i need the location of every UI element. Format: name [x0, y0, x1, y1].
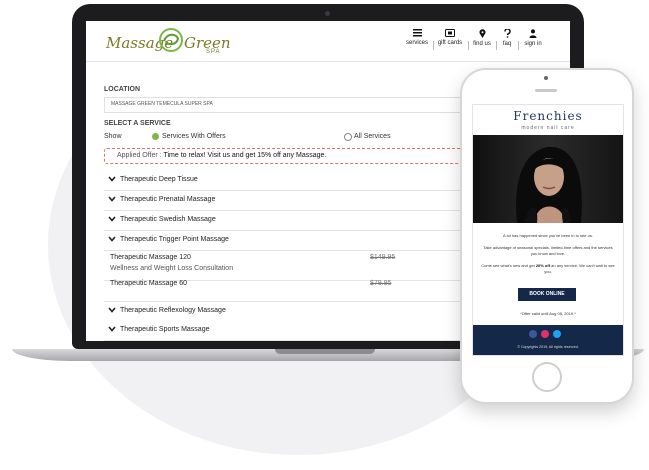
email-copy-1: A lot has happened since you've been in …: [503, 233, 593, 238]
copy3-post: an any service. We can't wait to see you…: [544, 263, 615, 274]
accordion-label: Therapeutic Prenatal Massage: [120, 196, 216, 203]
laptop-camera: [325, 11, 330, 16]
nav-find-us[interactable]: find us: [471, 29, 493, 47]
service-price: $79.95: [370, 280, 392, 287]
accordion-label: Therapeutic Swedish Massage: [120, 216, 216, 223]
location-value: MASSAGE GREEN TEMECULA SUPER SPA: [111, 101, 213, 107]
logo-swirl-icon: [159, 28, 183, 52]
twitter-icon[interactable]: [553, 330, 561, 338]
instagram-icon[interactable]: [541, 330, 549, 338]
radio-services-with-offers[interactable]: [152, 133, 159, 140]
phone-screen: Frenchies modern nail care A lot has hap…: [472, 104, 624, 356]
book-online-button[interactable]: BOOK ONLINE: [518, 288, 576, 301]
frenchies-logo: Frenchies: [513, 109, 583, 123]
radio-all-services-label: All Services: [354, 133, 391, 140]
nav-divider: [518, 41, 519, 50]
nav-divider: [496, 41, 497, 50]
show-label: Show: [104, 133, 122, 140]
hero-photo: [473, 135, 623, 223]
nav-divider: [468, 41, 469, 50]
woman-portrait-image: [516, 146, 582, 223]
accordion-label: Therapeutic Trigger Point Massage: [120, 236, 229, 243]
laptop-notch: [275, 349, 375, 354]
gift-card-icon: [445, 29, 455, 37]
accordion-label: Therapeutic Deep Tissue: [120, 176, 198, 183]
chevron-down-icon: [108, 216, 116, 222]
nav-services[interactable]: services: [404, 29, 430, 46]
menu-icon: [412, 29, 422, 37]
phone-camera: [544, 76, 548, 80]
nav-faq-label: faq: [502, 41, 512, 47]
radio-all-services[interactable]: [344, 133, 352, 141]
chevron-down-icon: [108, 176, 116, 182]
offer-text: Time to relax! Visit us and get 15% off …: [163, 152, 327, 159]
phone-speaker: [535, 89, 557, 92]
email-copy-3: Come see what's new and get 20% off an a…: [481, 263, 615, 275]
offer-prefix: Applied Offer :: [117, 152, 162, 159]
user-icon: [529, 29, 537, 38]
chevron-down-icon: [108, 196, 116, 202]
radio-services-with-offers-label: Services With Offers: [162, 133, 226, 140]
copy3-pre: Come see what's new and get: [481, 263, 535, 268]
service-price: $149.95: [370, 254, 396, 261]
logo-sub: SPA: [206, 49, 221, 55]
location-pin-icon: [479, 29, 485, 38]
offer-valid-note: *Offer valid until Aug 05, 2019.*: [520, 311, 576, 316]
nav-sign-in-label: sign in: [524, 41, 542, 47]
nav-gift-cards[interactable]: gift cards: [435, 29, 465, 46]
footer-copyright: © Copyrights 2019, All rights reserved.: [517, 345, 579, 349]
site-header: Massage Green SPA services gift cards fi…: [86, 21, 570, 62]
phone-home-button[interactable]: [532, 362, 562, 392]
service-name: Therapeutic Massage 120: [110, 254, 191, 261]
select-service-label: SELECT A SERVICE: [104, 120, 171, 127]
nav-find-us-label: find us: [473, 41, 491, 47]
chevron-down-icon: [108, 326, 116, 332]
email-copy-2: Take advantage of seasonal specials, lim…: [483, 245, 613, 256]
service-sub: Wellness and Weight Loss Consultation: [110, 265, 234, 272]
top-nav: services gift cards find us faq sign in: [404, 29, 554, 55]
phone-frame: Frenchies modern nail care A lot has hap…: [460, 68, 634, 404]
accordion-label: Therapeutic Reflexology Massage: [120, 307, 226, 314]
accordion-label: Therapeutic Sports Massage: [120, 326, 210, 333]
chevron-down-icon: [108, 307, 116, 313]
service-name: Therapeutic Massage 60: [110, 280, 188, 287]
nav-divider: [433, 41, 434, 50]
question-icon: [503, 29, 511, 38]
nav-faq[interactable]: faq: [499, 29, 515, 47]
copy3-bold: 20% off: [535, 263, 551, 268]
chevron-down-icon: [108, 236, 116, 242]
frenchies-tagline: modern nail care: [521, 125, 575, 131]
nav-services-label: services: [405, 40, 428, 46]
nav-gift-cards-label: gift cards: [437, 40, 463, 46]
location-label: LOCATION: [104, 86, 141, 93]
email-footer: © Copyrights 2019, All rights reserved.: [473, 325, 623, 355]
facebook-icon[interactable]: [529, 330, 537, 338]
nav-sign-in[interactable]: sign in: [521, 29, 545, 47]
